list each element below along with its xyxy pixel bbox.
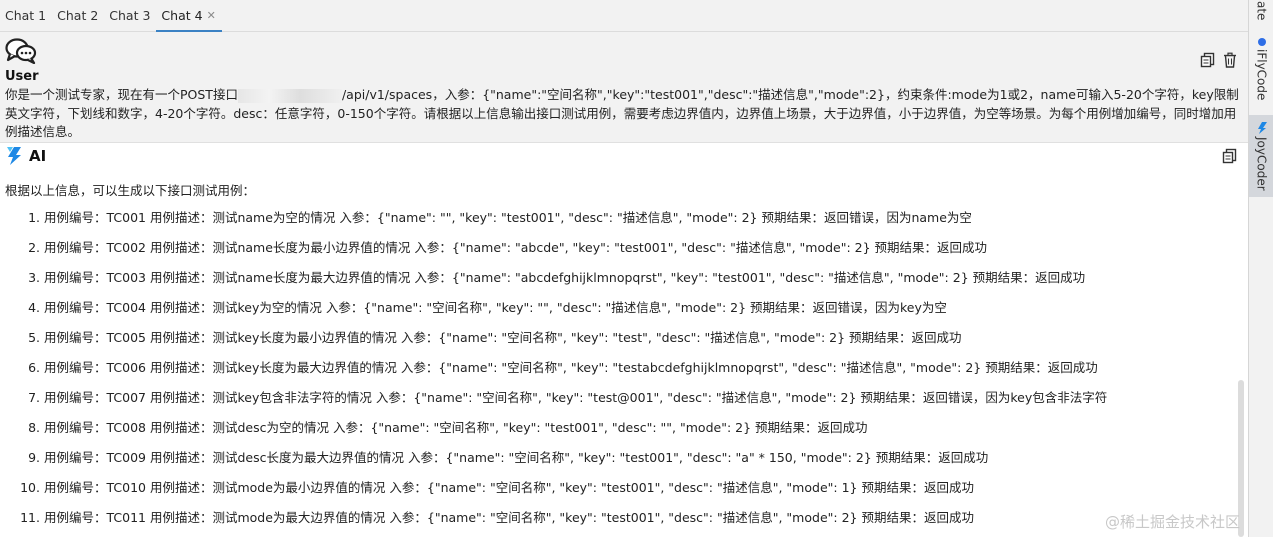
list-number: 4. <box>28 300 40 315</box>
list-item: 9. 用例编号：TC009 用例描述：测试desc长度为最大边界值的情况 入参：{… <box>0 447 1230 477</box>
list-item: 3. 用例编号：TC003 用例描述：测试name长度为最大边界值的情况 入参：{… <box>0 267 1230 297</box>
sidebar-item-label: JoyCoder <box>1254 136 1269 191</box>
sidebar-item-partial[interactable]: ate <box>1249 0 1273 22</box>
list-number: 3. <box>28 270 40 285</box>
case-text: 用例编号：TC005 用例描述：测试key长度为最小边界值的情况 入参：{"na… <box>44 330 962 345</box>
tab-label: Chat 3 <box>109 8 151 23</box>
list-number: 9. <box>28 450 40 465</box>
ai-message: AI 根据以上信息，可以生成以下接口测试用例： 1. 用例编号：TC001 用例描… <box>0 143 1248 537</box>
list-number: 7. <box>28 390 40 405</box>
tab-chat-3[interactable]: Chat 3 <box>104 0 156 31</box>
copy-icon[interactable] <box>1221 147 1239 165</box>
sidebar-item-joycoder[interactable]: JoyCoder <box>1249 115 1273 197</box>
list-number: 10. <box>20 480 40 495</box>
tab-chat-2[interactable]: Chat 2 <box>52 0 104 31</box>
list-item: 8. 用例编号：TC008 用例描述：测试desc为空的情况 入参：{"name"… <box>0 417 1230 447</box>
close-icon[interactable]: ✕ <box>207 9 216 22</box>
ai-intro-text: 根据以上信息，可以生成以下接口测试用例： <box>5 183 256 198</box>
list-number: 2. <box>28 240 40 255</box>
case-text: 用例编号：TC001 用例描述：测试name为空的情况 入参：{"name": … <box>44 210 972 225</box>
tab-label: Chat 4 <box>161 8 203 23</box>
list-number: 11. <box>20 510 40 525</box>
chat-tab-bar: Chat 1 Chat 2 Chat 3 Chat 4 ✕ <box>0 0 1248 32</box>
case-text: 用例编号：TC006 用例描述：测试key长度为最大边界值的情况 入参：{"na… <box>44 360 1098 375</box>
trash-icon[interactable] <box>1221 51 1239 69</box>
list-item: 10. 用例编号：TC010 用例描述：测试mode为最小边界值的情况 入参：{"… <box>0 477 1230 507</box>
case-text: 用例编号：TC004 用例描述：测试key为空的情况 入参：{"name": "… <box>44 300 947 315</box>
list-number: 8. <box>28 420 40 435</box>
case-text: 用例编号：TC011 用例描述：测试mode为最大边界值的情况 入参：{"nam… <box>44 510 974 525</box>
user-label: User <box>5 69 39 84</box>
copy-icon[interactable] <box>1199 51 1217 69</box>
ai-logo-icon <box>7 147 21 165</box>
case-text: 用例编号：TC008 用例描述：测试desc为空的情况 入参：{"name": … <box>44 420 868 435</box>
watermark: @稀土掘金技术社区 <box>1105 513 1241 531</box>
list-number: 5. <box>28 330 40 345</box>
right-tool-strip: ate iFlyCode JoyCoder <box>1248 0 1273 537</box>
joycoder-icon <box>1257 121 1267 134</box>
redacted-region <box>237 88 342 103</box>
list-number: 6. <box>28 360 40 375</box>
tab-label: Chat 1 <box>5 8 47 23</box>
sidebar-item-label: iFlyCode <box>1254 48 1269 101</box>
case-text: 用例编号：TC010 用例描述：测试mode为最小边界值的情况 入参：{"nam… <box>44 480 974 495</box>
case-text: 用例编号：TC003 用例描述：测试name长度为最大边界值的情况 入参：{"n… <box>44 270 1086 285</box>
test-case-list: 1. 用例编号：TC001 用例描述：测试name为空的情况 入参：{"name"… <box>0 207 1230 537</box>
sidebar-item-label: ate <box>1254 1 1269 21</box>
list-item: 7. 用例编号：TC007 用例描述：测试key包含非法字符的情况 入参：{"na… <box>0 387 1230 417</box>
tab-label: Chat 2 <box>57 8 99 23</box>
list-item: 4. 用例编号：TC004 用例描述：测试key为空的情况 入参：{"name":… <box>0 297 1230 327</box>
case-text: 用例编号：TC007 用例描述：测试key包含非法字符的情况 入参：{"name… <box>44 390 1108 405</box>
iflycode-icon <box>1257 37 1266 46</box>
ai-label: AI <box>29 147 47 165</box>
list-item: 6. 用例编号：TC006 用例描述：测试key长度为最大边界值的情况 入参：{"… <box>0 357 1230 387</box>
case-text: 用例编号：TC009 用例描述：测试desc长度为最大边界值的情况 入参：{"n… <box>44 450 989 465</box>
list-item: 5. 用例编号：TC005 用例描述：测试key长度为最小边界值的情况 入参：{"… <box>0 327 1230 357</box>
sidebar-item-iflycode[interactable]: iFlyCode <box>1249 34 1273 104</box>
tab-chat-1[interactable]: Chat 1 <box>0 0 52 31</box>
case-text: 用例编号：TC002 用例描述：测试name长度为最小边界值的情况 入参：{"n… <box>44 240 988 255</box>
user-text-part-1: 你是一个测试专家，现在有一个POST接口 <box>5 87 238 102</box>
user-message: User 你是一个测试专家，现在有一个POST接口/api/v1/spaces，… <box>0 32 1248 143</box>
chat-bubbles-icon <box>5 38 37 64</box>
user-message-text: 你是一个测试专家，现在有一个POST接口/api/v1/spaces，入参：{"… <box>5 86 1241 142</box>
list-item: 2. 用例编号：TC002 用例描述：测试name长度为最小边界值的情况 入参：{… <box>0 237 1230 267</box>
list-number: 1. <box>28 210 40 225</box>
tab-chat-4[interactable]: Chat 4 ✕ <box>156 0 223 32</box>
list-item: 11. 用例编号：TC011 用例描述：测试mode为最大边界值的情况 入参：{"… <box>0 507 1230 537</box>
list-item: 1. 用例编号：TC001 用例描述：测试name为空的情况 入参：{"name"… <box>0 207 1230 237</box>
